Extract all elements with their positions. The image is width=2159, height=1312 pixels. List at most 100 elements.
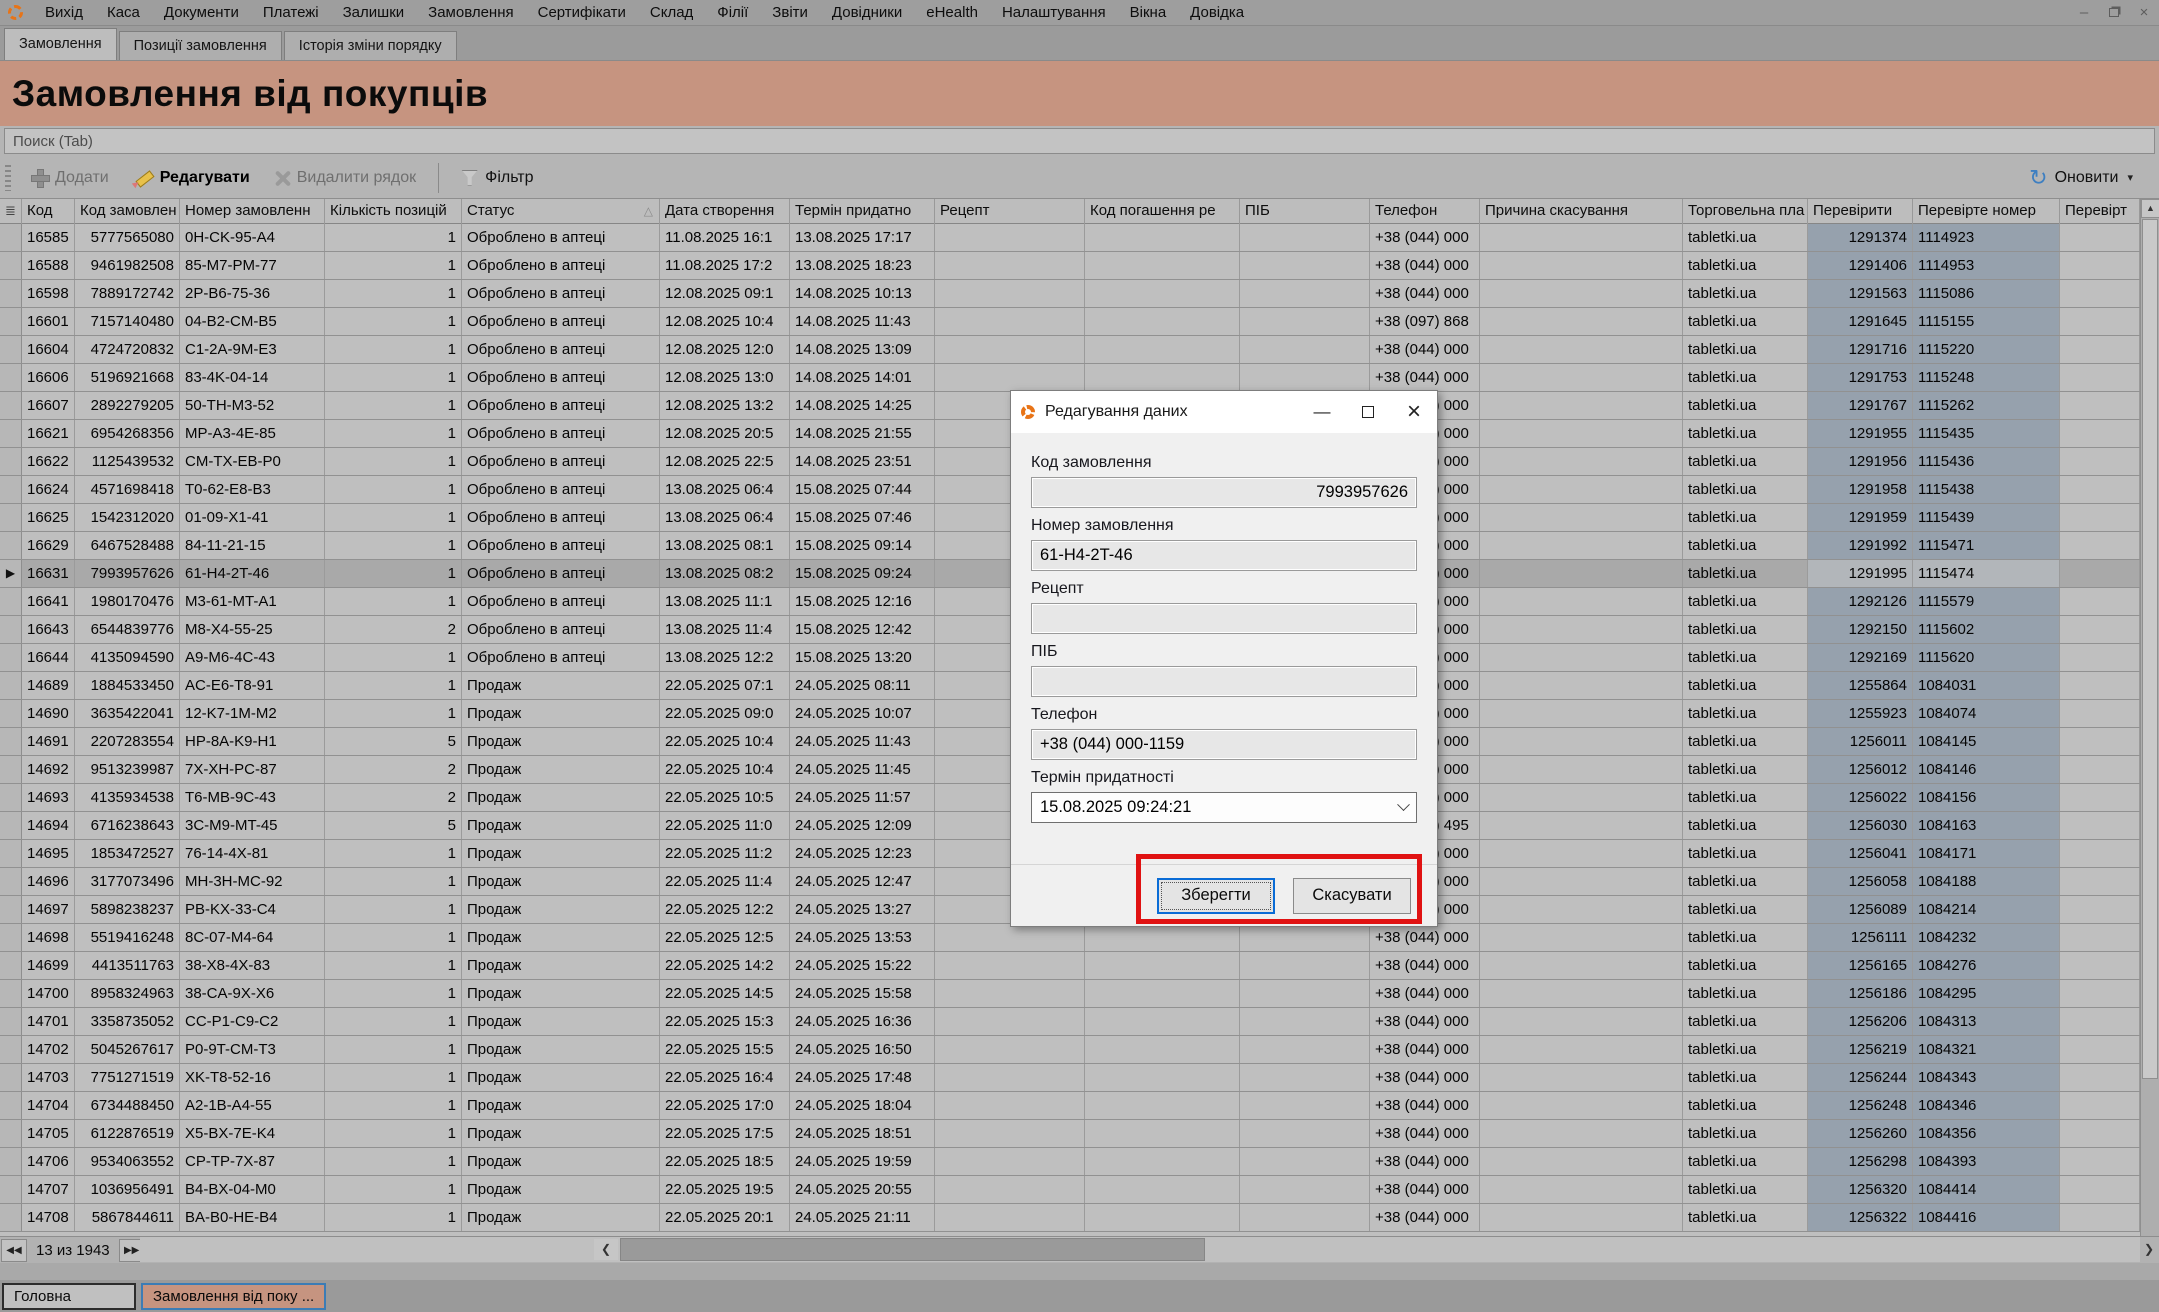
cell-_ind[interactable] — [0, 280, 22, 307]
cell-status[interactable]: Оброблено в аптеці — [462, 616, 660, 643]
cell-reason[interactable] — [1480, 784, 1683, 811]
menu-item-3[interactable]: Платежі — [251, 0, 331, 26]
cell-code[interactable]: 16607 — [22, 392, 75, 419]
cell-order_code[interactable]: 7889172742 — [75, 280, 180, 307]
cell-check2[interactable]: 1084295 — [1913, 980, 2060, 1007]
cell-code[interactable]: 14700 — [22, 980, 75, 1007]
cell-platform[interactable]: tabletki.ua — [1683, 308, 1808, 335]
cell-reason[interactable] — [1480, 868, 1683, 895]
cell-qty[interactable]: 1 — [325, 1148, 462, 1175]
cell-check2[interactable]: 1115620 — [1913, 644, 2060, 671]
cell-check1[interactable]: 1256089 — [1808, 896, 1913, 923]
cell-order_num[interactable]: 38-X8-4X-83 — [180, 952, 325, 979]
cell-reason[interactable] — [1480, 1008, 1683, 1035]
cell-_ind[interactable] — [0, 1204, 22, 1231]
cell-recipe[interactable] — [935, 1120, 1085, 1147]
cell-check2[interactable]: 1114953 — [1913, 252, 2060, 279]
cell-code[interactable]: 14695 — [22, 840, 75, 867]
cell-_ind[interactable] — [0, 1176, 22, 1203]
cell-order_code[interactable]: 5045267617 — [75, 1036, 180, 1063]
add-button[interactable]: Додати — [19, 162, 121, 194]
cell-order_num[interactable]: C1-2A-9M-E3 — [180, 336, 325, 363]
cell-platform[interactable]: tabletki.ua — [1683, 728, 1808, 755]
cell-redeem[interactable] — [1085, 1176, 1240, 1203]
cell-expires[interactable]: 24.05.2025 11:57 — [790, 784, 935, 811]
field-order_num[interactable]: 61-H4-2T-46 — [1031, 540, 1417, 571]
cell-check1[interactable]: 1291767 — [1808, 392, 1913, 419]
cell-platform[interactable]: tabletki.ua — [1683, 672, 1808, 699]
cell-_ind[interactable] — [0, 952, 22, 979]
cell-order_num[interactable]: CC-P1-C9-C2 — [180, 1008, 325, 1035]
cell-expires[interactable]: 24.05.2025 15:58 — [790, 980, 935, 1007]
cell-expires[interactable]: 14.08.2025 14:01 — [790, 364, 935, 391]
cell-check1[interactable]: 1291958 — [1808, 476, 1913, 503]
cell-code[interactable]: 14705 — [22, 1120, 75, 1147]
cell-status[interactable]: Оброблено в аптеці — [462, 532, 660, 559]
cell-recipe[interactable] — [935, 1036, 1085, 1063]
cell-status[interactable]: Оброблено в аптеці — [462, 392, 660, 419]
cell-check2[interactable]: 1084171 — [1913, 840, 2060, 867]
cell-order_code[interactable]: 1884533450 — [75, 672, 180, 699]
cell-check3[interactable] — [2060, 672, 2140, 699]
cell-status[interactable]: Продаж — [462, 1092, 660, 1119]
cell-code[interactable]: 16629 — [22, 532, 75, 559]
cell-status[interactable]: Продаж — [462, 672, 660, 699]
cell-created[interactable]: 12.08.2025 13:0 — [660, 364, 790, 391]
cell-order_num[interactable]: 61-H4-2T-46 — [180, 560, 325, 587]
cell-platform[interactable]: tabletki.ua — [1683, 336, 1808, 363]
cell-qty[interactable]: 1 — [325, 224, 462, 251]
cell-_ind[interactable] — [0, 1092, 22, 1119]
cell-check1[interactable]: 1256320 — [1808, 1176, 1913, 1203]
cell-_ind[interactable]: ▶ — [0, 560, 22, 587]
cell-reason[interactable] — [1480, 532, 1683, 559]
cell-expires[interactable]: 24.05.2025 16:50 — [790, 1036, 935, 1063]
cell-redeem[interactable] — [1085, 1148, 1240, 1175]
cell-redeem[interactable] — [1085, 924, 1240, 951]
cell-_ind[interactable] — [0, 672, 22, 699]
cell-platform[interactable]: tabletki.ua — [1683, 868, 1808, 895]
cell-created[interactable]: 13.08.2025 11:1 — [660, 588, 790, 615]
cell-qty[interactable]: 1 — [325, 448, 462, 475]
cell-code[interactable]: 14706 — [22, 1148, 75, 1175]
cell-created[interactable]: 12.08.2025 20:5 — [660, 420, 790, 447]
cell-_ind[interactable] — [0, 1064, 22, 1091]
table-row[interactable]: 147025045267617P0-9T-CM-T31Продаж22.05.2… — [0, 1036, 2140, 1064]
cell-check2[interactable]: 1115220 — [1913, 336, 2060, 363]
cell-check1[interactable]: 1292126 — [1808, 588, 1913, 615]
cell-check3[interactable] — [2060, 784, 2140, 811]
cell-expires[interactable]: 24.05.2025 15:22 — [790, 952, 935, 979]
cell-redeem[interactable] — [1085, 1092, 1240, 1119]
cell-status[interactable]: Продаж — [462, 840, 660, 867]
cell-reason[interactable] — [1480, 336, 1683, 363]
cell-order_num[interactable]: PB-KX-33-C4 — [180, 896, 325, 923]
cell-name[interactable] — [1240, 1036, 1370, 1063]
menu-item-6[interactable]: Сертифікати — [526, 0, 638, 26]
cell-qty[interactable]: 1 — [325, 476, 462, 503]
cell-check3[interactable] — [2060, 224, 2140, 251]
cell-check3[interactable] — [2060, 1092, 2140, 1119]
cell-reason[interactable] — [1480, 952, 1683, 979]
cell-status[interactable]: Продаж — [462, 1204, 660, 1231]
cell-_ind[interactable] — [0, 924, 22, 951]
cell-redeem[interactable] — [1085, 336, 1240, 363]
cell-qty[interactable]: 1 — [325, 980, 462, 1007]
cell-reason[interactable] — [1480, 728, 1683, 755]
field-phone[interactable]: +38 (044) 000-1159 — [1031, 729, 1417, 760]
cell-reason[interactable] — [1480, 1064, 1683, 1091]
cell-platform[interactable]: tabletki.ua — [1683, 644, 1808, 671]
cell-reason[interactable] — [1480, 280, 1683, 307]
cell-platform[interactable]: tabletki.ua — [1683, 784, 1808, 811]
cell-code[interactable]: 16622 — [22, 448, 75, 475]
cell-reason[interactable] — [1480, 756, 1683, 783]
cell-qty[interactable]: 1 — [325, 280, 462, 307]
taskbar-tab-1[interactable]: Замовлення від поку ... — [141, 1283, 326, 1310]
cell-order_code[interactable]: 7157140480 — [75, 308, 180, 335]
cell-order_num[interactable]: T6-MB-9C-43 — [180, 784, 325, 811]
cell-order_num[interactable]: 8C-07-M4-64 — [180, 924, 325, 951]
cell-order_code[interactable]: 4724720832 — [75, 336, 180, 363]
cell-status[interactable]: Оброблено в аптеці — [462, 252, 660, 279]
cell-order_num[interactable]: 2P-B6-75-36 — [180, 280, 325, 307]
cell-recipe[interactable] — [935, 980, 1085, 1007]
cell-platform[interactable]: tabletki.ua — [1683, 448, 1808, 475]
cell-recipe[interactable] — [935, 1176, 1085, 1203]
